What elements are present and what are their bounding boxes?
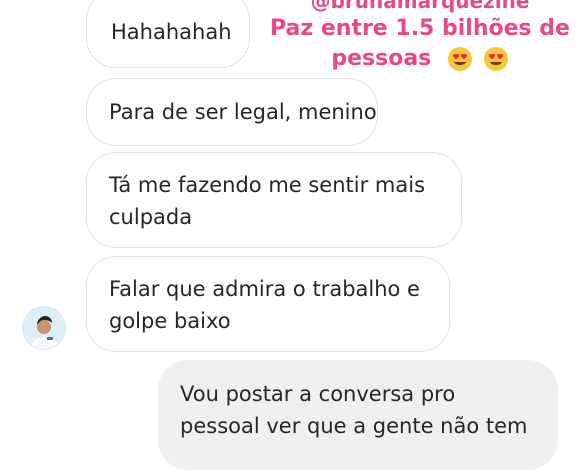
- message-text-line-2: golpe baixo: [109, 309, 231, 333]
- message-text-line-2: pessoal ver que a gente não tem: [180, 414, 528, 438]
- caption-line-2-wrap: pessoas: [270, 44, 570, 74]
- caption-line-2: pessoas: [331, 46, 432, 71]
- avatar-image: [23, 307, 65, 349]
- mention-handle: @brunamarquezine: [310, 0, 530, 13]
- message-bubble-received[interactable]: Hahahahah: [86, 0, 250, 68]
- message-text-line-1: Vou postar a conversa pro: [180, 382, 456, 406]
- message-text-line-2: culpada: [109, 205, 193, 229]
- emoji-group: [445, 44, 509, 74]
- message-text-line-1: Tá me fazendo me sentir mais: [109, 173, 426, 197]
- message-text: Hahahahah: [111, 20, 232, 44]
- sender-avatar[interactable]: [22, 306, 66, 350]
- heart-eyes-emoji-icon: [483, 47, 508, 71]
- message-text: Para de ser legal, menino: [109, 100, 377, 124]
- message-bubble-received[interactable]: Falar que admira o trabalho e golpe baix…: [86, 256, 450, 352]
- story-caption-overlay: @brunamarquezine Paz entre 1.5 bilhões d…: [270, 0, 570, 74]
- heart-eyes-emoji-icon: [447, 47, 472, 71]
- message-text-line-1: Falar que admira o trabalho e: [109, 277, 420, 301]
- caption-line-1: Paz entre 1.5 bilhões de: [270, 16, 570, 41]
- message-bubble-sent[interactable]: Vou postar a conversa pro pessoal ver qu…: [158, 360, 558, 470]
- message-bubble-received[interactable]: Para de ser legal, menino: [86, 78, 378, 146]
- message-bubble-received[interactable]: Tá me fazendo me sentir mais culpada: [86, 152, 462, 248]
